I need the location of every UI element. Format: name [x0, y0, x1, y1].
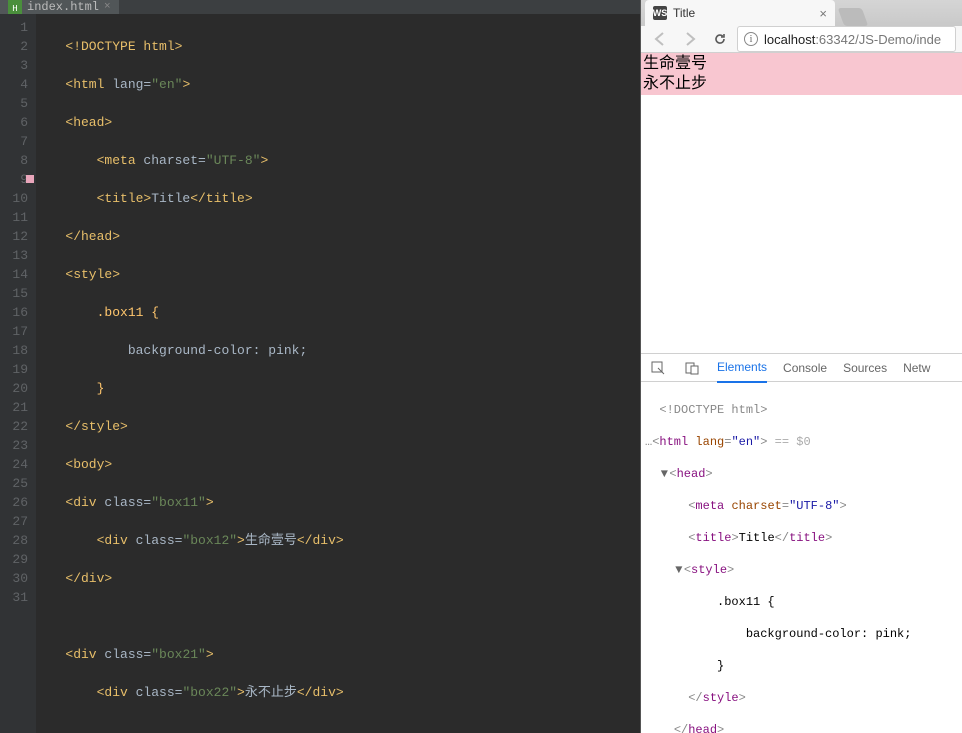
editor-tabbar: H index.html ×	[0, 0, 640, 14]
inspect-icon[interactable]	[649, 359, 667, 377]
browser-tab-title: Title	[673, 6, 695, 20]
line-gutter: 12345 678910 1112131415 1617181920 21222…	[0, 14, 36, 733]
favicon-icon: WS	[653, 6, 667, 20]
browser-tab[interactable]: WS Title ×	[645, 0, 835, 26]
tab-console[interactable]: Console	[783, 354, 827, 382]
url-port: :63342	[815, 32, 855, 47]
ide-panel: H index.html × 12345 678910 1112131415 1…	[0, 0, 640, 733]
reload-button[interactable]	[707, 26, 733, 52]
devtools-panel: Elements Console Sources Netw <!DOCTYPE …	[641, 353, 962, 733]
editor-tab-index-html[interactable]: H index.html ×	[0, 0, 119, 14]
tab-network[interactable]: Netw	[903, 354, 930, 382]
box11: 生命壹号 永不止步	[641, 53, 962, 95]
box12-text: 生命壹号	[641, 54, 962, 74]
close-icon[interactable]: ×	[819, 6, 827, 21]
info-icon[interactable]: i	[744, 32, 758, 46]
forward-button[interactable]	[677, 26, 703, 52]
browser-panel: WS Title × i localhost:63342/JS-Demo/ind…	[640, 0, 962, 733]
close-icon[interactable]: ×	[104, 1, 111, 13]
device-icon[interactable]	[683, 359, 701, 377]
code-editor[interactable]: 12345 678910 1112131415 1617181920 21222…	[0, 14, 640, 733]
url-path: /JS-Demo/inde	[855, 32, 941, 47]
tab-sources[interactable]: Sources	[843, 354, 887, 382]
new-tab-button[interactable]	[838, 8, 869, 26]
back-button[interactable]	[647, 26, 673, 52]
gutter-color-marker	[26, 175, 34, 183]
html-file-icon: H	[8, 0, 22, 14]
box22-text: 永不止步	[641, 74, 962, 94]
tab-elements[interactable]: Elements	[717, 353, 767, 383]
browser-tabstrip: WS Title ×	[641, 0, 962, 26]
tab-filename: index.html	[27, 0, 99, 14]
address-bar[interactable]: i localhost:63342/JS-Demo/inde	[737, 26, 956, 52]
devtools-dom-tree[interactable]: <!DOCTYPE html> …<html lang="en"> == $0 …	[641, 382, 962, 733]
browser-toolbar: i localhost:63342/JS-Demo/inde	[641, 26, 962, 53]
code-token: <!DOCTYPE html>	[65, 39, 182, 54]
svg-text:H: H	[12, 4, 17, 14]
tabbar-empty	[119, 0, 640, 14]
devtools-tabbar: Elements Console Sources Netw	[641, 354, 962, 382]
selected-node-indicator: == $0	[775, 435, 811, 449]
code-area[interactable]: <!DOCTYPE html> <html lang="en"> <head> …	[36, 14, 640, 733]
page-viewport: 生命壹号 永不止步	[641, 53, 962, 353]
url-domain: localhost	[764, 32, 815, 47]
